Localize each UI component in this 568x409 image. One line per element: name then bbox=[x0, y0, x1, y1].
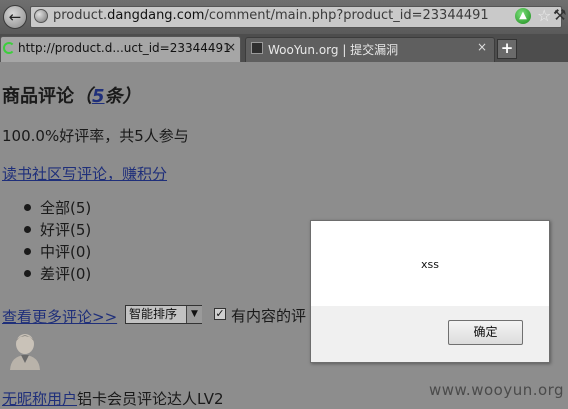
more-reviews-link[interactable]: 查看更多评论>> bbox=[2, 306, 117, 327]
filter-negative[interactable]: 差评(0) bbox=[20, 263, 91, 285]
alert-message: xss bbox=[421, 258, 439, 271]
back-button[interactable]: ← bbox=[3, 5, 27, 29]
reviewer-level: 铝卡会员评论达人LV2 bbox=[77, 390, 224, 408]
tab-wooyun-label: WooYun.org | 提交漏洞 bbox=[268, 43, 399, 57]
chevron-down-icon[interactable]: ▼ bbox=[186, 306, 202, 323]
tab-dangdang-label: http://product.d...uct_id=23344491 bbox=[18, 41, 231, 55]
filter-neutral[interactable]: 中评(0) bbox=[20, 241, 91, 263]
filter-positive[interactable]: 好评(5) bbox=[20, 219, 91, 241]
content-only-checkbox[interactable]: ✓ bbox=[214, 308, 226, 320]
ok-button[interactable]: 确定 bbox=[448, 320, 523, 345]
content-only-label: 有内容的评 bbox=[231, 307, 307, 325]
reviewer-line: 无昵称用户铝卡会员评论达人LV2 bbox=[2, 388, 224, 409]
tab-close-icon[interactable]: × bbox=[226, 40, 236, 54]
heading-open: （ bbox=[74, 86, 92, 107]
filter-list: 全部(5) 好评(5) 中评(0) 差评(0) bbox=[20, 197, 91, 285]
avatar bbox=[8, 330, 42, 370]
watermark: www.wooyun.org bbox=[429, 381, 565, 399]
page-title: 商品评论（5条） bbox=[2, 82, 141, 108]
heading-main: 商品评论 bbox=[2, 86, 74, 107]
globe-icon bbox=[34, 9, 48, 23]
heading-unit: 条） bbox=[104, 86, 141, 107]
write-review-link[interactable]: 读书社区写评论，赚积分 bbox=[2, 163, 167, 184]
url-text[interactable]: product.dangdang.com/comment/main.php?pr… bbox=[53, 8, 489, 23]
loading-spinner-icon bbox=[3, 42, 15, 54]
go-arrow-icon[interactable]: ▲ bbox=[515, 8, 531, 24]
tab-close-icon[interactable]: × bbox=[477, 40, 487, 54]
back-arrow-icon: ← bbox=[8, 8, 22, 26]
comment-count-link[interactable]: 5 bbox=[92, 86, 105, 107]
bookmark-star-icon[interactable]: ☆ bbox=[537, 6, 551, 25]
url-domain: dangdang.com bbox=[107, 8, 205, 23]
reviewer-name-link[interactable]: 无昵称用户 bbox=[2, 390, 77, 408]
url-prefix: product. bbox=[53, 8, 108, 23]
filter-all[interactable]: 全部(5) bbox=[20, 197, 91, 219]
url-path: /comment/main.php?product_id=23344491 bbox=[204, 8, 489, 23]
rating-summary: 100.0%好评率，共5人参与 bbox=[2, 127, 189, 145]
new-tab-button[interactable]: + bbox=[497, 39, 517, 59]
wrench-menu-icon[interactable]: ⚒ bbox=[553, 6, 566, 24]
favicon-icon bbox=[251, 42, 263, 54]
